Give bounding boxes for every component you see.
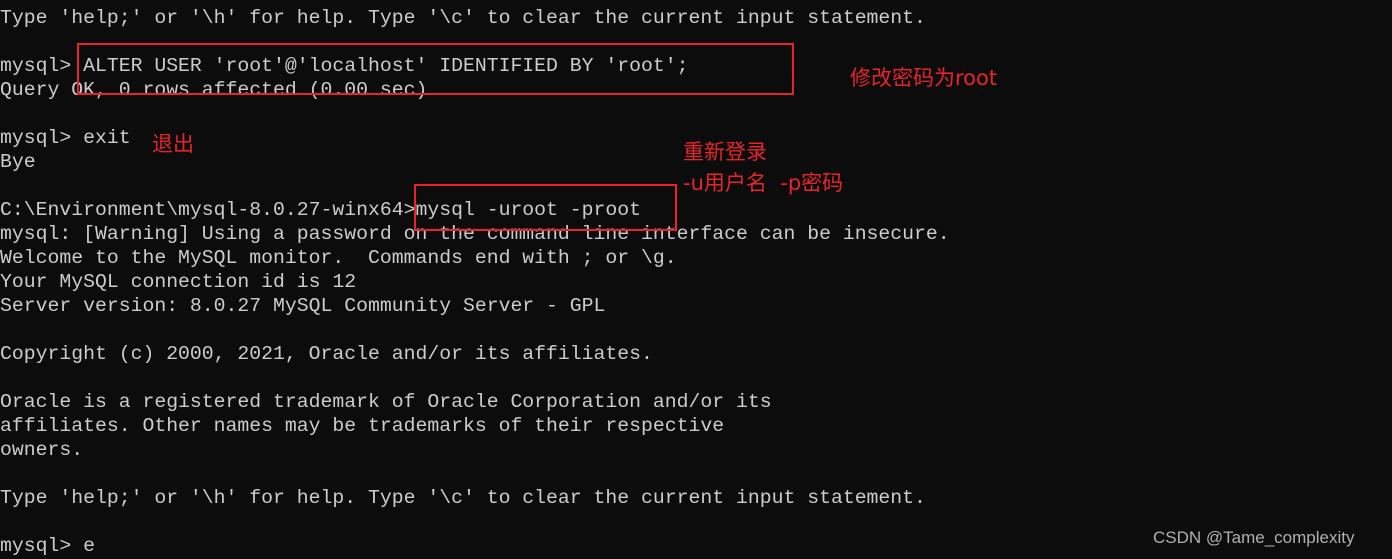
annotation-relogin-hint: -u用户名 -p密码: [683, 171, 844, 195]
annotation-change-password: 修改密码为root: [850, 66, 998, 90]
terminal-line: Oracle is a registered trademark of Orac…: [0, 391, 772, 413]
annotation-relogin-title: 重新登录: [683, 140, 767, 164]
annotation-box-alter-user: [77, 43, 794, 95]
watermark: CSDN @Tame_complexity: [1153, 528, 1355, 547]
terminal-line: owners.: [0, 439, 84, 461]
annotation-exit: 退出: [152, 132, 194, 156]
terminal-line: mysql> e: [0, 535, 95, 557]
terminal-line: Copyright (c) 2000, 2021, Oracle and/or …: [0, 343, 653, 365]
annotation-box-login-command: [414, 184, 677, 231]
terminal-line: Type 'help;' or '\h' for help. Type '\c'…: [0, 487, 926, 509]
terminal-line: Your MySQL connection id is 12: [0, 271, 357, 293]
terminal-line: Welcome to the MySQL monitor. Commands e…: [0, 247, 677, 269]
terminal-line: Type 'help;' or '\h' for help. Type '\c'…: [0, 7, 926, 29]
terminal-line: mysql> exit: [0, 127, 131, 149]
terminal-line: Server version: 8.0.27 MySQL Community S…: [0, 295, 606, 317]
terminal-line: affiliates. Other names may be trademark…: [0, 415, 725, 437]
